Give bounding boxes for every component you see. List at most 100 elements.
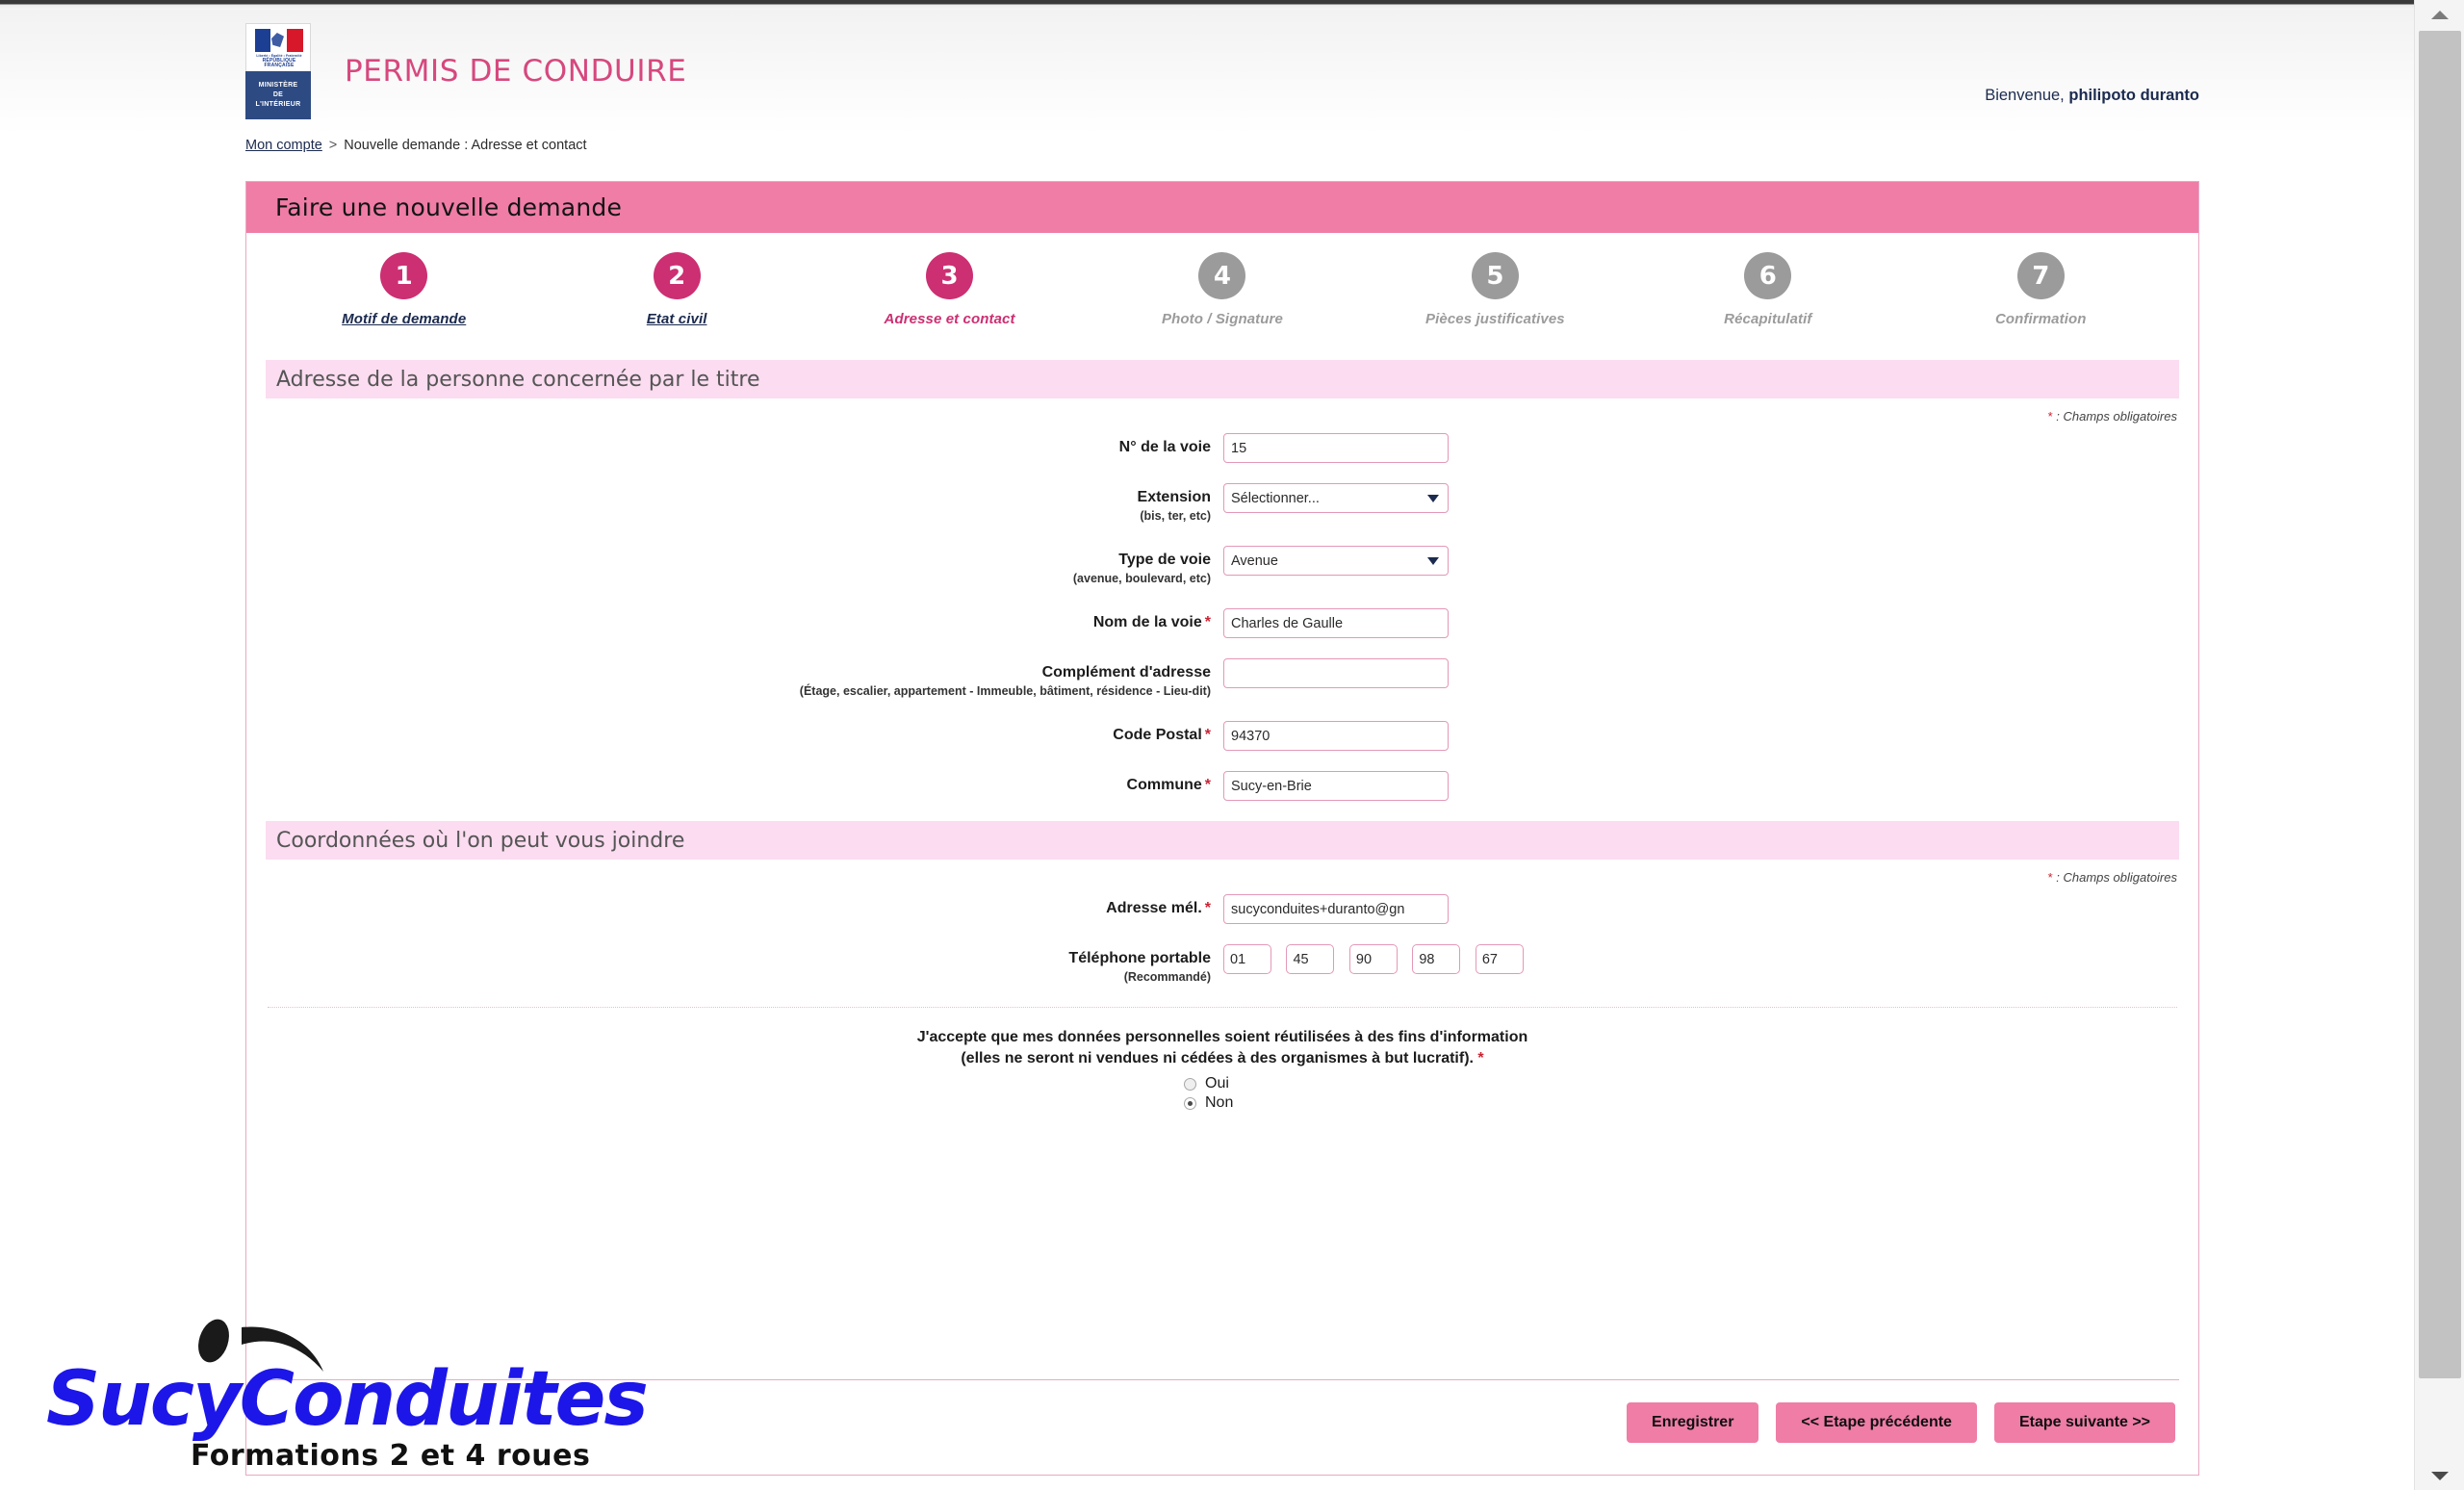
step-6-number: 6 [1744,252,1792,299]
step-2-label: Etat civil [646,311,707,327]
field-row-mobile-phone: Téléphone portable (Recommandé) [246,944,2198,987]
consent-radio-non[interactable]: Non [1184,1094,1261,1112]
extension-select[interactable]: Sélectionner... [1223,483,1449,513]
page-content: Liberté • Égalité • Fraternité RÉPUBLIQU… [0,10,2414,1490]
step-6-label: Récapitulatif [1724,311,1812,327]
consent-line-2-wrap: (elles ne seront ni vendues ni cédées à … [246,1048,2198,1069]
scroll-down-arrow-icon[interactable] [2415,1461,2464,1490]
label-extension: Extension (bis, ter, etc) [246,483,1223,526]
contact-form: Adresse mél.* Téléphone portable (Recomm… [246,894,2198,987]
field-row-extension: Extension (bis, ter, etc) Sélectionner..… [246,483,2198,526]
street-number-input[interactable] [1223,433,1449,463]
consent-radio-group: Oui Non [246,1075,2198,1114]
address-form: N° de la voie Extension (bis, ter, etc) … [246,433,2198,801]
ministry-label: MINISTÈRE DE L'INTÉRIEUR [245,71,311,119]
site-header: Liberté • Égalité • Fraternité RÉPUBLIQU… [245,17,2199,125]
wizard-step-2[interactable]: 2 Etat civil [540,252,812,360]
consent-block: J'accepte que mes données personnelles s… [246,1027,2198,1069]
phone-part-1-input[interactable] [1223,944,1271,974]
label-text-street-name: Nom de la voie [1092,614,1202,630]
site-title: PERMIS DE CONDUIRE [345,54,687,89]
consent-radio-oui[interactable]: Oui [1184,1075,1261,1092]
ministry-line-1: MINISTÈRE [258,82,298,89]
phone-part-4-input[interactable] [1412,944,1461,974]
welcome-message: Bienvenue, philipoto duranto [1985,87,2199,105]
step-4-label: Photo / Signature [1162,311,1283,327]
step-4-number: 4 [1198,252,1246,299]
republic-motto: Liberté • Égalité • Fraternité RÉPUBLIQU… [251,54,307,68]
step-5-number: 5 [1471,252,1519,299]
vertical-scrollbar[interactable] [2414,0,2464,1490]
chevron-down-icon [1427,494,1439,502]
hint-street-type: (avenue, boulevard, etc) [1072,572,1211,585]
label-text-extension: Extension [1137,489,1211,505]
next-step-button[interactable]: Etape suivante >> [1993,1402,2175,1443]
consent-radio-label-oui: Oui [1205,1075,1229,1092]
wizard-step-3-current[interactable]: 3 Adresse et contact [813,252,1086,360]
consent-line-2: (elles ne seront ni vendues ni cédées à … [961,1050,1474,1066]
label-text-commune: Commune [1126,777,1202,793]
phone-part-5-input[interactable] [1475,944,1524,974]
label-text-street-number: N° de la voie [1118,439,1211,455]
ministry-logo: Liberté • Égalité • Fraternité RÉPUBLIQU… [245,23,311,119]
scrollbar-thumb[interactable] [2419,31,2461,1378]
commune-input[interactable] [1223,771,1449,801]
label-mobile-phone: Téléphone portable (Recommandé) [246,944,1223,987]
label-postal-code: Code Postal * [246,721,1223,744]
section-header-address: Adresse de la personne concernée par le … [266,360,2179,398]
card-title: Faire une nouvelle demande [246,182,2198,233]
step-5-label: Pièces justificatives [1425,311,1565,327]
label-street-name: Nom de la voie * [246,608,1223,631]
required-star-street-name: * [1204,614,1211,630]
label-address-complement: Complément d'adresse (Étage, escalier, a… [246,658,1223,701]
scroll-up-arrow-icon[interactable] [2415,0,2464,29]
wizard-step-6: 6 Récapitulatif [1631,252,1904,360]
wizard-steps: 1 Motif de demande 2 Etat civil 3 Adress… [246,252,2198,360]
field-row-commune: Commune * [246,771,2198,801]
address-complement-input[interactable] [1223,658,1449,688]
label-text-postal-code: Code Postal [1113,727,1202,743]
label-street-number: N° de la voie [246,433,1223,456]
save-button[interactable]: Enregistrer [1627,1402,1759,1443]
ministry-line-2: DE [272,91,284,98]
wizard-step-1[interactable]: 1 Motif de demande [268,252,540,360]
postal-code-input[interactable] [1223,721,1449,751]
label-street-type: Type de voie (avenue, boulevard, etc) [246,546,1223,588]
phone-inputs-group [1223,944,2198,974]
field-row-street-type: Type de voie (avenue, boulevard, etc) Av… [246,546,2198,588]
wizard-step-7: 7 Confirmation [1905,252,2177,360]
browser-viewport: Liberté • Égalité • Fraternité RÉPUBLIQU… [0,0,2464,1490]
field-row-street-name: Nom de la voie * [246,608,2198,638]
main-card: Faire une nouvelle demande 1 Motif de de… [245,181,2199,1476]
ministry-line-3: L'INTÉRIEUR [255,101,301,108]
actions-divider [268,1379,2179,1380]
radio-icon-non-selected[interactable] [1184,1096,1196,1110]
street-type-selected-value: Avenue [1231,552,1278,569]
breadcrumb: Mon compte > Nouvelle demande : Adresse et… [245,138,587,153]
street-name-input[interactable] [1223,608,1449,638]
republic-name: RÉPUBLIQUE FRANÇAISE [262,58,296,68]
step-3-number: 3 [926,252,974,299]
radio-icon-oui[interactable] [1184,1077,1196,1091]
welcome-username: philipoto duranto [2068,87,2199,104]
field-row-email: Adresse mél. * [246,894,2198,924]
label-text-street-type: Type de voie [1118,552,1211,568]
step-1-number: 1 [380,252,428,299]
step-1-label: Motif de demande [342,311,467,327]
breadcrumb-separator: > [328,138,338,153]
step-7-number: 7 [2016,252,2065,299]
consent-line-1: J'accepte que mes données personnelles s… [916,1029,1528,1045]
consent-radio-label-non: Non [1205,1094,1234,1111]
phone-part-3-input[interactable] [1348,944,1398,974]
email-input[interactable] [1223,894,1449,924]
hint-extension: (bis, ter, etc) [1140,509,1211,523]
breadcrumb-link-account[interactable]: Mon compte [245,138,322,153]
previous-step-button[interactable]: << Etape précédente [1776,1402,1977,1443]
step-3-label: Adresse et contact [884,311,1015,327]
hint-address-complement: (Étage, escalier, appartement - Immeuble… [799,684,1211,698]
phone-part-2-input[interactable] [1286,944,1335,974]
field-row-postal-code: Code Postal * [246,721,2198,751]
street-type-select[interactable]: Avenue [1223,546,1449,576]
field-row-street-number: N° de la voie [246,433,2198,463]
form-actions: Enregistrer << Etape précédente Etape su… [1627,1402,2175,1443]
